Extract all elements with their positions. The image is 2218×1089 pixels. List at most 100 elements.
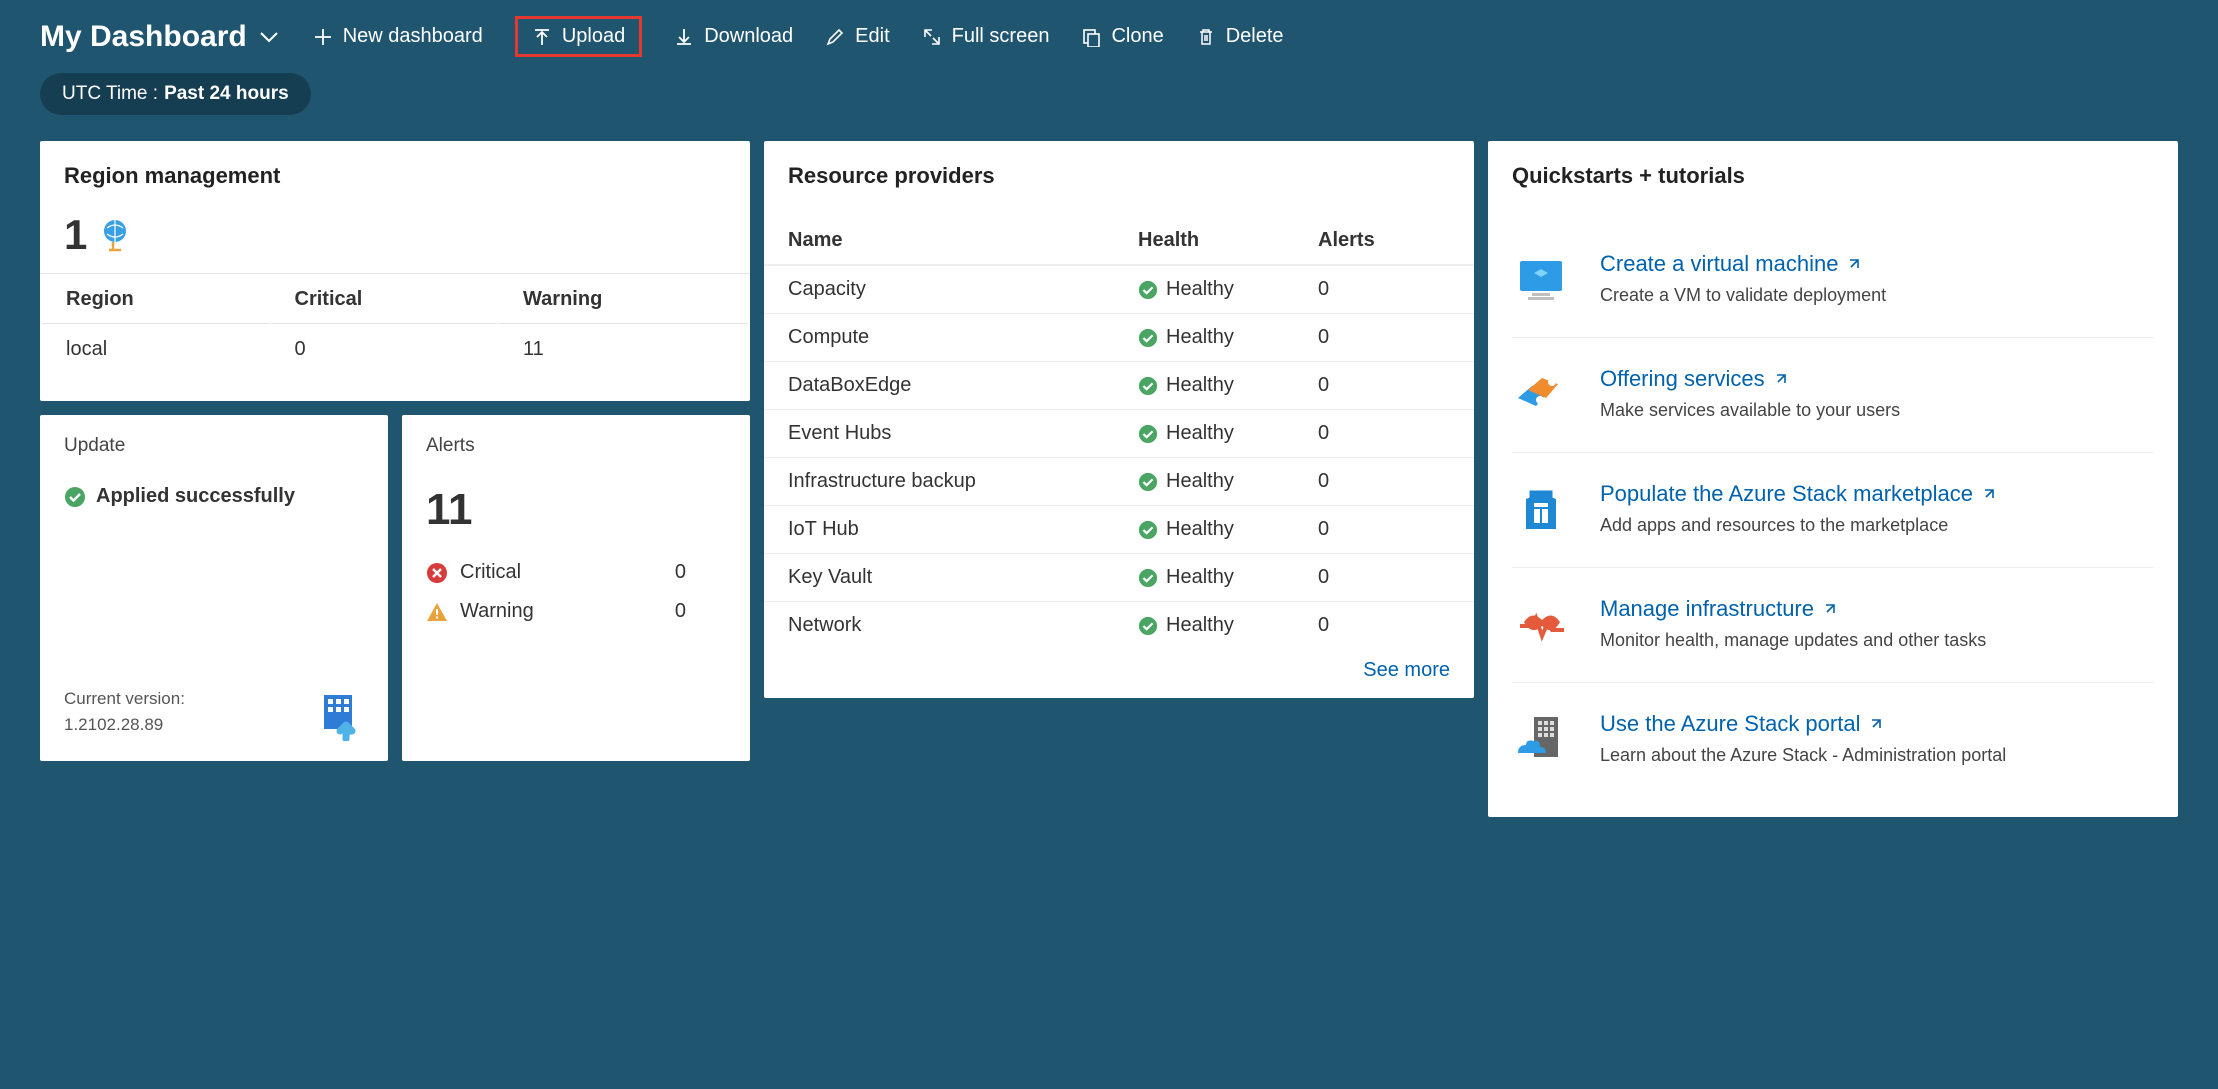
rp-row[interactable]: Infrastructure backupHealthy0: [764, 457, 1474, 505]
region-management-title: Region management: [40, 141, 750, 211]
quickstart-desc: Make services available to your users: [1600, 400, 1900, 421]
rp-cell-health: Healthy: [1138, 278, 1318, 301]
quickstart-desc: Add apps and resources to the marketplac…: [1600, 515, 1997, 536]
rp-cell-health: Healthy: [1138, 326, 1318, 349]
rp-row[interactable]: NetworkHealthy0: [764, 601, 1474, 649]
update-tile[interactable]: Update Applied successfully Current vers…: [40, 415, 388, 761]
healthy-icon: [1138, 424, 1158, 444]
quickstarts-tile: Quickstarts + tutorials Create a virtual…: [1488, 141, 2178, 817]
quickstart-desc: Monitor health, manage updates and other…: [1600, 630, 1986, 651]
rp-row[interactable]: Key VaultHealthy0: [764, 553, 1474, 601]
alerts-tile[interactable]: Alerts 11 Critical 0 Warning 0: [402, 415, 750, 761]
clone-button[interactable]: Clone: [1081, 25, 1163, 48]
pencil-icon: [825, 27, 845, 47]
globe-icon: [97, 216, 135, 254]
upload-icon: [532, 27, 552, 47]
rp-row[interactable]: CapacityHealthy0: [764, 265, 1474, 313]
error-icon: [426, 562, 448, 584]
resource-providers-tile[interactable]: Resource providers Name Health Alerts Ca…: [764, 141, 1474, 698]
edit-label: Edit: [855, 25, 889, 48]
building-upload-icon: [312, 689, 368, 741]
quickstart-item: Populate the Azure Stack marketplace Add…: [1512, 452, 2154, 567]
healthy-icon: [1138, 568, 1158, 588]
rp-cell-alerts: 0: [1318, 518, 1450, 541]
new-dashboard-label: New dashboard: [343, 25, 483, 48]
time-filter-prefix: UTC Time :: [62, 83, 158, 105]
rp-row[interactable]: DataBoxEdgeHealthy0: [764, 361, 1474, 409]
col-region: Region: [42, 276, 269, 324]
update-status: Applied successfully: [96, 485, 295, 508]
rp-cell-name: Compute: [788, 326, 1138, 349]
rp-cell-alerts: 0: [1318, 566, 1450, 589]
time-filter-pill[interactable]: UTC Time : Past 24 hours: [40, 73, 311, 115]
rp-cell-health: Healthy: [1138, 422, 1318, 445]
rp-cell-alerts: 0: [1318, 422, 1450, 445]
healthy-icon: [1138, 616, 1158, 636]
quickstart-desc: Create a VM to validate deployment: [1600, 285, 1886, 306]
col-critical: Critical: [271, 276, 498, 324]
time-filter-value: Past 24 hours: [164, 83, 289, 105]
clone-icon: [1081, 27, 1101, 47]
rp-cell-health: Healthy: [1138, 374, 1318, 397]
delete-button[interactable]: Delete: [1196, 25, 1284, 48]
trash-icon: [1196, 27, 1216, 47]
rp-cell-name: DataBoxEdge: [788, 374, 1138, 397]
healthy-icon: [1138, 280, 1158, 300]
full-screen-label: Full screen: [952, 25, 1050, 48]
rp-cell-alerts: 0: [1318, 374, 1450, 397]
rp-cell-name: IoT Hub: [788, 518, 1138, 541]
download-button[interactable]: Download: [674, 25, 793, 48]
upload-button[interactable]: Upload: [515, 16, 642, 57]
see-more-link[interactable]: See more: [764, 649, 1474, 698]
fullscreen-icon: [922, 27, 942, 47]
region-table: Region Critical Warning local 0 11: [40, 273, 750, 375]
quickstart-icon: [1512, 366, 1570, 424]
col-warning: Warning: [499, 276, 748, 324]
rp-row[interactable]: ComputeHealthy0: [764, 313, 1474, 361]
healthy-icon: [1138, 520, 1158, 540]
quickstart-item: Offering services Make services availabl…: [1512, 337, 2154, 452]
rp-row[interactable]: Event HubsHealthy0: [764, 409, 1474, 457]
rp-row[interactable]: IoT HubHealthy0: [764, 505, 1474, 553]
rp-cell-health: Healthy: [1138, 470, 1318, 493]
rp-header-row: Name Health Alerts: [764, 217, 1474, 265]
edit-button[interactable]: Edit: [825, 25, 889, 48]
healthy-icon: [1138, 328, 1158, 348]
alerts-title: Alerts: [402, 415, 750, 485]
quickstart-link[interactable]: Populate the Azure Stack marketplace: [1600, 481, 1997, 507]
rp-cell-health: Healthy: [1138, 518, 1318, 541]
quickstart-link[interactable]: Offering services: [1600, 366, 1789, 392]
quickstart-icon: [1512, 251, 1570, 309]
version-label: Current version:: [64, 686, 185, 712]
quickstart-item: Create a virtual machine Create a VM to …: [1512, 211, 2154, 337]
healthy-icon: [1138, 472, 1158, 492]
region-row[interactable]: local 0 11: [42, 326, 748, 373]
plus-icon: [313, 27, 333, 47]
alerts-warning-row[interactable]: Warning 0: [402, 592, 750, 631]
quickstart-link[interactable]: Create a virtual machine: [1600, 251, 1862, 277]
quickstart-link[interactable]: Use the Azure Stack portal: [1600, 711, 1884, 737]
quickstart-link[interactable]: Manage infrastructure: [1600, 596, 1838, 622]
rp-cell-health: Healthy: [1138, 566, 1318, 589]
external-link-icon: [1868, 716, 1884, 732]
rp-col-alerts: Alerts: [1318, 229, 1450, 252]
rp-cell-alerts: 0: [1318, 470, 1450, 493]
success-icon: [64, 486, 86, 508]
new-dashboard-button[interactable]: New dashboard: [313, 25, 483, 48]
full-screen-button[interactable]: Full screen: [922, 25, 1050, 48]
region-management-tile[interactable]: Region management 1 Region Critical Warn…: [40, 141, 750, 401]
download-label: Download: [704, 25, 793, 48]
warning-icon: [426, 601, 448, 623]
dashboard-title-dropdown[interactable]: My Dashboard: [40, 20, 281, 54]
rp-cell-health: Healthy: [1138, 614, 1318, 637]
warning-count: 0: [675, 600, 726, 623]
quickstart-item: Manage infrastructure Monitor health, ma…: [1512, 567, 2154, 682]
dashboard-grid: Region management 1 Region Critical Warn…: [40, 141, 2178, 817]
clone-label: Clone: [1111, 25, 1163, 48]
healthy-icon: [1138, 376, 1158, 396]
rp-cell-name: Event Hubs: [788, 422, 1138, 445]
alerts-critical-row[interactable]: Critical 0: [402, 553, 750, 592]
quickstarts-title: Quickstarts + tutorials: [1488, 141, 2178, 211]
rp-cell-alerts: 0: [1318, 278, 1450, 301]
quickstart-icon: [1512, 596, 1570, 654]
